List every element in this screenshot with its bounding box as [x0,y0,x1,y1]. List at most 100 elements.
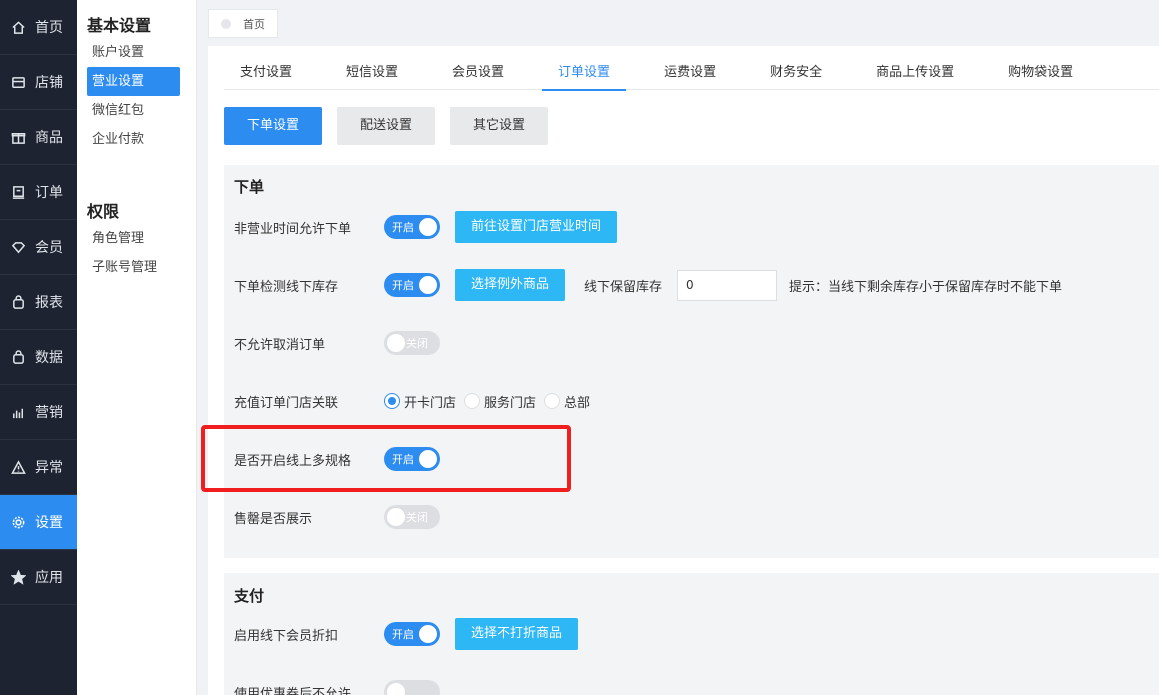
nav-label: 应用 [35,570,63,586]
reserve-stock-label: 线下保留库存 [584,279,663,295]
nav-label: 异常 [35,460,63,476]
switch-knob [419,450,437,468]
row-coupon: 使用优惠券后不允许 [234,676,440,695]
subnav-item-account[interactable]: 账户设置 [87,38,180,67]
select-no-discount-goods-button[interactable]: 选择不打折商品 [455,618,579,650]
nav-label: 店铺 [35,75,63,91]
other-settings-button[interactable]: 其它设置 [450,107,549,145]
row-label: 充值订单门店关联 [234,395,339,411]
row-label: 不允许取消订单 [234,337,326,353]
tab-dot-icon [221,18,231,29]
nav-item-apps[interactable]: 应用 [0,550,77,605]
sold-out-switch[interactable]: 关闭 [384,505,440,529]
row-label: 下单检测线下库存 [234,279,339,295]
subnav-item-wechat-redpacket[interactable]: 微信红包 [87,96,180,125]
tab-sms[interactable]: 短信设置 [330,54,414,90]
nav-item-exception[interactable]: 异常 [0,440,77,495]
switch-knob [419,276,437,294]
tab-payment[interactable]: 支付设置 [224,54,308,90]
breadcrumb-label: 首页 [243,17,265,31]
member-discount-switch[interactable]: 开启 [384,622,440,646]
radio-circle [544,393,561,409]
tab-order[interactable]: 订单设置 [542,54,627,91]
permissions-title: 权限 [87,202,120,221]
breadcrumb-tab-home[interactable]: 首页 [208,9,278,38]
settings-tabs: 支付设置 短信设置 会员设置 订单设置 运费设置 财务安全 商品上传设置 购物袋… [224,54,1159,91]
allow-off-hours-switch[interactable]: 开启 [384,215,440,239]
switch-knob [387,334,405,352]
switch-text: 开启 [392,279,414,292]
tab-member[interactable]: 会员设置 [436,54,520,90]
tab-goods-upload[interactable]: 商品上传设置 [860,54,970,90]
row-disallow-cancel: 不允许取消订单 关闭 [234,327,440,359]
subnav-item-subaccounts[interactable]: 子账号管理 [87,253,180,282]
nav-label: 设置 [35,515,63,531]
switch-text: 关闭 [406,511,428,524]
row-recharge-store: 充值订单门店关联 开卡门店 服务门店 总部 [234,385,598,417]
row-label: 是否开启线上多规格 [234,453,352,469]
row-label: 非营业时间允许下单 [234,221,352,237]
multi-spec-switch[interactable]: 开启 [384,447,440,471]
nav-item-orders[interactable]: 订单 [0,165,77,220]
radio-card-store[interactable]: 开卡门店 [384,392,456,411]
nav-item-marketing[interactable]: 营销 [0,385,77,440]
coupon-switch[interactable] [384,680,440,695]
switch-text: 开启 [392,453,414,466]
row-member-discount: 启用线下会员折扣 开启 选择不打折商品 [234,618,579,650]
main-content: 支付设置 短信设置 会员设置 订单设置 运费设置 财务安全 商品上传设置 购物袋… [208,46,1159,695]
order-icon [9,183,27,201]
gift-icon [9,128,27,146]
settings-icon [9,513,27,531]
data-icon [9,348,27,366]
radio-label: 开卡门店 [404,395,457,411]
switch-knob [387,683,405,695]
nav-item-member[interactable]: 会员 [0,220,77,275]
switch-knob [419,625,437,643]
select-exception-goods-button[interactable]: 选择例外商品 [455,269,566,301]
warning-icon [9,458,27,476]
tab-shipping[interactable]: 运费设置 [648,54,732,90]
switch-text: 开启 [392,221,414,234]
member-icon [9,238,27,256]
nav-item-goods[interactable]: 商品 [0,110,77,165]
order-panel: 下单 非营业时间允许下单 开启 前往设置门店营业时间 下单检测线下库存 开启 选… [224,165,1159,558]
row-allow-off-hours: 非营业时间允许下单 开启 前往设置门店营业时间 [234,211,618,243]
subnav-item-roles[interactable]: 角色管理 [87,224,180,253]
nav-label: 营销 [35,405,63,421]
nav-item-data[interactable]: 数据 [0,330,77,385]
store-icon [9,73,27,91]
nav-label: 会员 [35,240,63,256]
main-nav: 首页 店铺 商品 订单 会员 报表 数据 营销 异常 设置 应用 [0,0,77,695]
row-sold-out: 售罄是否展示 关闭 [234,501,440,533]
radio-label: 服务门店 [484,395,537,411]
home-icon [9,18,27,36]
tab-finance-security[interactable]: 财务安全 [754,54,838,90]
reserve-stock-input[interactable] [677,269,778,301]
nav-item-report[interactable]: 报表 [0,275,77,330]
nav-item-home[interactable]: 首页 [0,0,77,55]
tab-shopping-bag[interactable]: 购物袋设置 [992,54,1089,90]
subnav-item-enterprise-payment[interactable]: 企业付款 [87,125,180,154]
delivery-settings-button[interactable]: 配送设置 [337,107,436,145]
set-store-hours-button[interactable]: 前往设置门店营业时间 [455,211,618,243]
nav-label: 订单 [35,185,63,201]
marketing-icon [9,403,27,421]
row-label: 售罄是否展示 [234,511,313,527]
check-stock-switch[interactable]: 开启 [384,273,440,297]
payment-panel: 支付 启用线下会员折扣 开启 选择不打折商品 使用优惠券后不允许 [224,573,1159,695]
subnav-item-business[interactable]: 营业设置 [87,67,180,96]
order-placement-button[interactable]: 下单设置 [224,107,323,145]
disallow-cancel-switch[interactable]: 关闭 [384,331,440,355]
settings-subnav: 基本设置 账户设置 营业设置 微信红包 企业付款 权限 角色管理 子账号管理 [77,0,197,695]
report-icon [9,293,27,311]
order-section-title: 下单 [234,178,265,196]
row-label: 使用优惠券后不允许 [234,686,352,695]
radio-circle [384,393,400,409]
radio-headquarters[interactable]: 总部 [544,392,590,411]
nav-item-store[interactable]: 店铺 [0,55,77,110]
nav-label: 数据 [35,350,63,366]
nav-item-settings[interactable]: 设置 [0,495,77,550]
radio-service-store[interactable]: 服务门店 [464,392,536,411]
switch-knob [419,218,437,236]
row-label: 启用线下会员折扣 [234,628,339,644]
